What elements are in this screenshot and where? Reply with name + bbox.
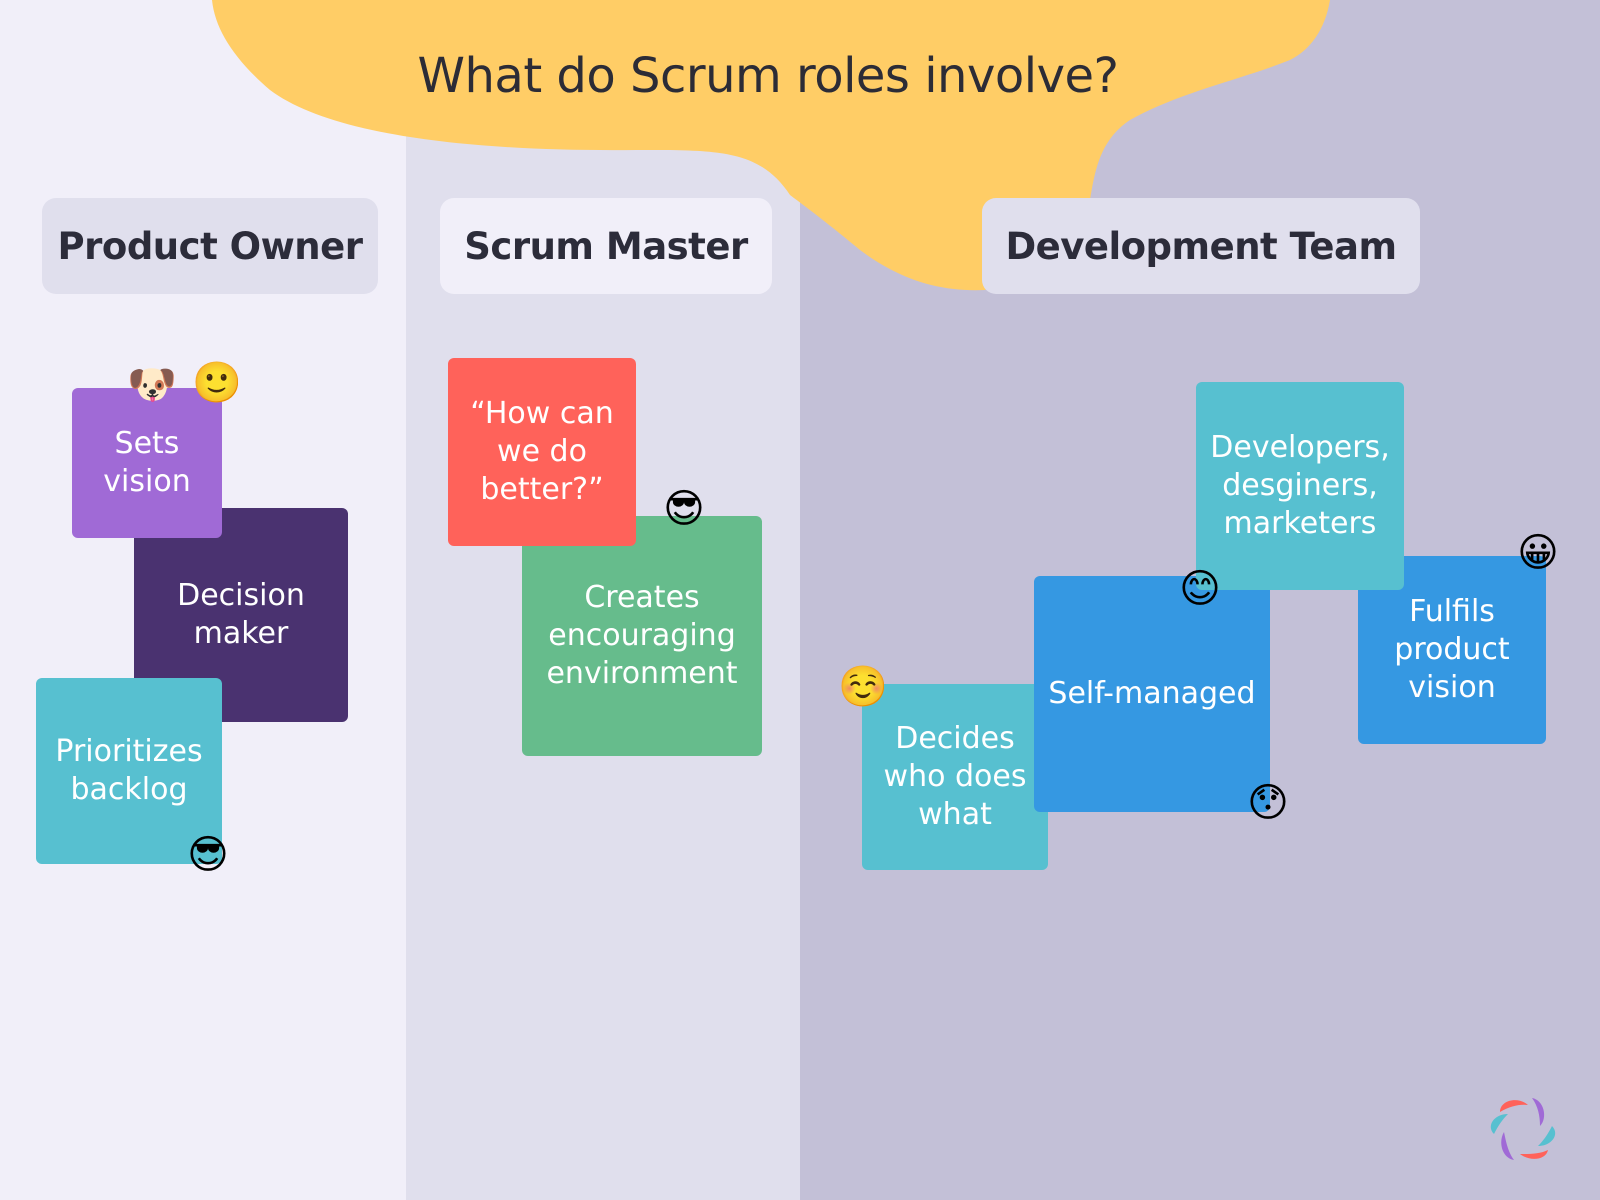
brand-logo-icon xyxy=(1490,1098,1556,1160)
sticky-note-sets-vision[interactable]: Sets vision xyxy=(72,388,222,538)
sticky-note-creates-environment[interactable]: Creates encouraging environment xyxy=(522,516,762,756)
sticky-note-self-managed[interactable]: Self-managed xyxy=(1034,576,1270,812)
dog-emoji-icon: 🐶 xyxy=(127,362,177,408)
sticky-note-developers-designers-marketers[interactable]: Developers, desginers, marketers xyxy=(1196,382,1404,590)
header-product-owner: Product Owner xyxy=(42,198,378,294)
hushed-emoji-icon: 😯 xyxy=(1247,780,1289,826)
sticky-note-how-can-we-do-better[interactable]: “How can we do better?” xyxy=(448,358,636,546)
slight-smile-emoji-icon: 🙂 xyxy=(192,360,242,406)
page-title: What do Scrum roles involve? xyxy=(417,48,1119,104)
header-scrum-master: Scrum Master xyxy=(440,198,772,294)
header-development-team: Development Team xyxy=(982,198,1420,294)
grinning-emoji-icon: 😀 xyxy=(1517,530,1559,576)
sunglasses-emoji-icon: 😎 xyxy=(187,832,229,878)
blushing-emoji-icon: ☺️ xyxy=(838,664,888,710)
sunglasses-emoji-icon: 😎 xyxy=(663,486,705,532)
smiling-eyes-emoji-icon: 😊 xyxy=(1179,566,1221,612)
sticky-note-decides-who-does-what[interactable]: Decides who does what xyxy=(862,684,1048,870)
